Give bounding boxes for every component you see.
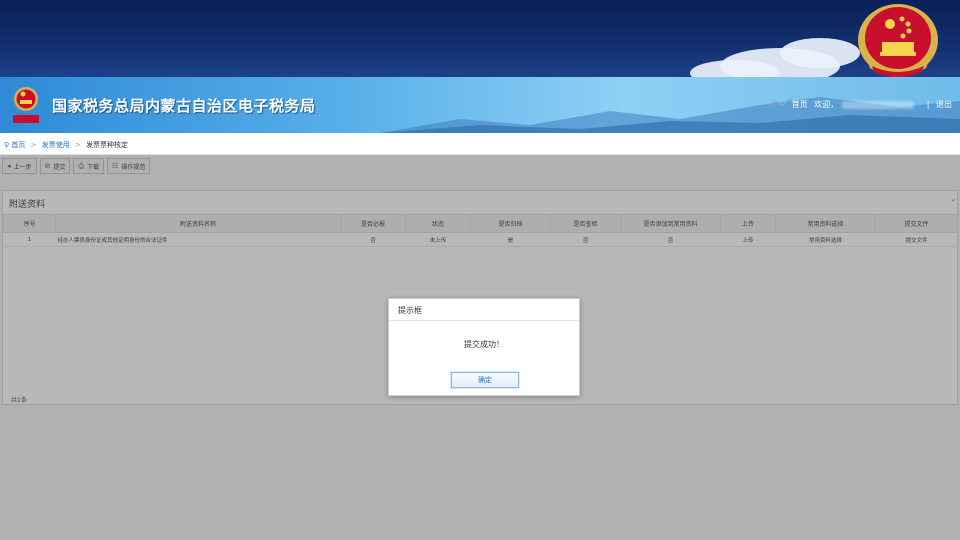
breadcrumb: ⚲ 首页 > 发票使用 > 发票票种核定 <box>0 133 960 155</box>
logout-link[interactable]: 退出 <box>936 100 952 109</box>
alert-dialog: 提示框 提交成功！ 确定 <box>388 298 580 396</box>
breadcrumb-separator: > <box>30 141 37 149</box>
cloud-decoration <box>780 38 860 68</box>
breadcrumb-invoice-use[interactable]: 发票使用 <box>42 141 70 149</box>
national-emblem-icon <box>858 4 938 77</box>
username-redacted <box>842 100 915 109</box>
welcome-text: 欢迎， <box>814 100 839 109</box>
top-band <box>0 0 960 77</box>
top-links: 首页 欢迎， | 退出 <box>788 99 952 110</box>
tax-badge-icon <box>13 87 39 123</box>
location-pin-icon: ⚲ <box>4 141 10 149</box>
dialog-message: 提交成功！ <box>464 340 504 349</box>
dialog-title: 提示框 <box>389 299 579 321</box>
header-banner: 国家税务总局内蒙古自治区电子税务局 首页 欢迎， | 退出 <box>0 77 960 133</box>
breadcrumb-home[interactable]: 首页 <box>11 141 25 149</box>
breadcrumb-separator: > <box>74 141 81 149</box>
site-title: 国家税务总局内蒙古自治区电子税务局 <box>52 97 316 115</box>
link-separator: | <box>926 100 930 109</box>
home-link[interactable]: 首页 <box>792 100 808 109</box>
breadcrumb-current: 发票票种核定 <box>86 141 129 149</box>
ok-button[interactable]: 确定 <box>451 372 519 388</box>
